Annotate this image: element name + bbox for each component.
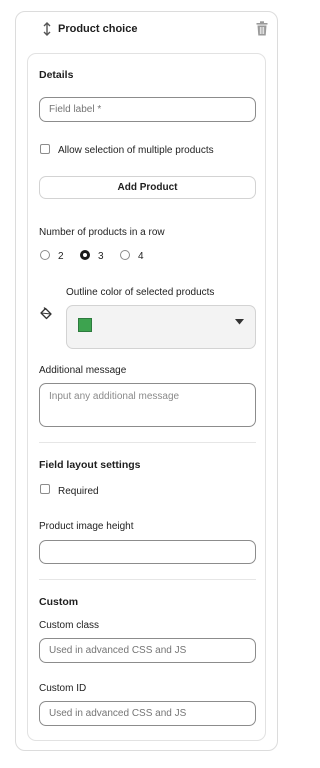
field-layout-title: Field layout settings (39, 459, 141, 471)
paint-bucket-icon (40, 307, 52, 320)
drag-handle-icon[interactable] (42, 21, 52, 37)
trash-icon[interactable] (256, 21, 268, 36)
required-label: Required (58, 486, 99, 497)
custom-class-label: Custom class (39, 620, 100, 631)
image-height-input[interactable] (39, 540, 256, 564)
card-title: Product choice (58, 23, 138, 35)
row-count-label: Number of products in a row (39, 227, 165, 238)
custom-class-input[interactable] (39, 638, 256, 663)
additional-message-textarea[interactable]: Input any additional message (39, 383, 256, 427)
dropdown-caret-icon (235, 319, 244, 325)
outline-color-select[interactable] (66, 305, 256, 349)
additional-message-label: Additional message (39, 365, 127, 376)
details-title: Details (39, 69, 74, 81)
required-checkbox[interactable] (40, 484, 50, 494)
custom-id-input[interactable] (39, 701, 256, 726)
outline-color-label: Outline color of selected products (66, 287, 215, 298)
row-count-option-2: 2 (58, 251, 64, 262)
allow-multiple-checkbox[interactable] (40, 144, 50, 154)
row-count-radio-4[interactable] (120, 250, 130, 260)
row-count-radio-2[interactable] (40, 250, 50, 260)
color-swatch (78, 318, 92, 332)
custom-id-label: Custom ID (39, 683, 87, 694)
field-label-input[interactable] (39, 97, 256, 122)
image-height-label: Product image height (39, 521, 134, 532)
row-count-radio-3[interactable] (80, 250, 90, 260)
row-count-option-4: 4 (138, 251, 144, 262)
section-divider (39, 442, 256, 443)
add-product-button[interactable]: Add Product (39, 176, 256, 199)
allow-multiple-label: Allow selection of multiple products (58, 145, 214, 156)
section-divider (39, 579, 256, 580)
row-count-option-3: 3 (98, 251, 104, 262)
custom-title: Custom (39, 596, 79, 608)
